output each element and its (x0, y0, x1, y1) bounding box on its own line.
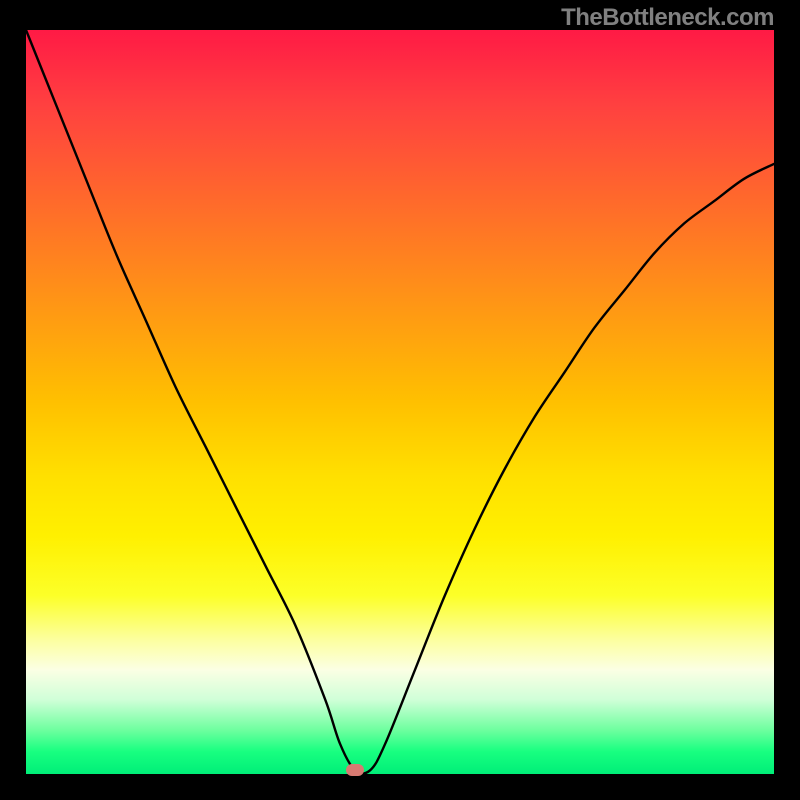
chart-container: TheBottleneck.com (0, 0, 800, 800)
watermark: TheBottleneck.com (561, 4, 774, 32)
v-curve (26, 30, 774, 774)
optimal-point-marker (346, 764, 364, 776)
chart-svg (26, 30, 774, 774)
